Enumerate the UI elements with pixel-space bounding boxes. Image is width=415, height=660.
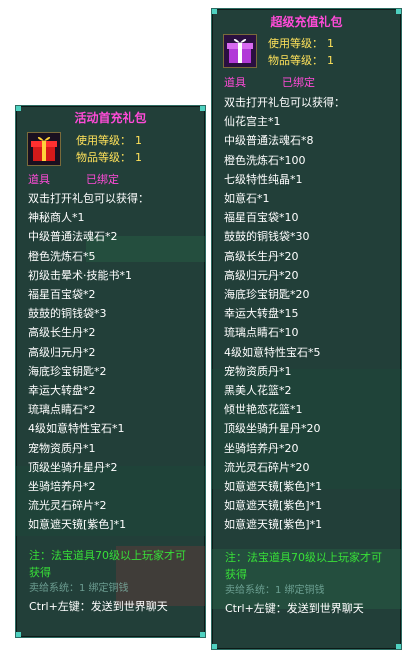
reward-item: 橙色洗炼石*100: [224, 153, 306, 167]
reward-item: 幸运大转盘*15: [224, 307, 299, 321]
gift-box-icon: [223, 34, 257, 68]
gift-box-icon: [27, 132, 61, 166]
item-header: 使用等级： 1 物品等级： 1: [16, 130, 205, 168]
reward-item: 黑美人花篮*2: [224, 384, 292, 398]
reward-item: 鼓鼓的铜钱袋*30: [224, 230, 310, 244]
reward-item: 高级归元丹*20: [224, 268, 299, 282]
ctrl-click-hint: Ctrl+左键：发送到世界聊天: [225, 601, 364, 615]
reward-item: 如意遮天镜[紫色]*1: [224, 480, 323, 494]
gift-description: 双击打开礼包可以获得：: [28, 192, 149, 205]
reward-list: 神秘商人*1 中级普通法魂石*2 橙色洗炼石*5 初级击晕术·技能书*1 福星百宝袋*2…: [28, 208, 205, 534]
reward-item: 中级普通法魂石*2: [28, 230, 118, 244]
tooltip-title: 活动首充礼包: [74, 111, 147, 125]
reward-item: 高级长生丹*2: [28, 326, 96, 340]
reward-item: 海底珍宝钥匙*20: [224, 288, 310, 302]
bound-status: 已绑定: [282, 76, 315, 89]
reward-item: 倾世艳恋花篮*1: [224, 403, 303, 417]
corner-ornament: [396, 644, 401, 649]
reward-item: 4级如意特性宝石*1: [28, 422, 125, 436]
reward-item: 宠物资质丹*1: [28, 441, 96, 455]
reward-item: 福星百宝袋*2: [28, 288, 96, 302]
reward-item: 高级归元丹*2: [28, 345, 96, 359]
reward-item: 如意遮天镜[紫色]*1: [224, 499, 323, 513]
reward-item: 琉璃点睛石*2: [28, 403, 96, 417]
sell-price: 卖给系统：1 绑定铜钱: [29, 582, 129, 594]
bound-status: 已绑定: [86, 173, 119, 186]
reward-item: 琉璃点睛石*10: [224, 326, 299, 340]
note-text: 注：法宝道具70级以上玩家才可 获得: [29, 547, 205, 581]
reward-item: 幸运大转盘*2: [28, 384, 96, 398]
item-level: 物品等级： 1: [268, 54, 334, 67]
reward-item: 福星百宝袋*10: [224, 211, 299, 225]
reward-item: 鼓鼓的铜钱袋*3: [28, 307, 107, 321]
note-line: 获得: [29, 565, 51, 579]
corner-ornament: [16, 632, 21, 637]
reward-item: 中级普通法魂石*8: [224, 134, 314, 148]
note-text: 注：法宝道具70级以上玩家才可 获得: [225, 549, 401, 583]
reward-item: 七级特性纯晶*1: [224, 172, 303, 186]
reward-item: 神秘商人*1: [28, 211, 85, 225]
reward-item: 仙花宫主*1: [224, 115, 281, 129]
right-tooltip-super-recharge: 超级充值礼包 使用等级： 1 物品等级： 1 道具 已绑定 双击打开礼包可以获得： …: [211, 8, 402, 650]
use-level: 使用等级： 1: [76, 134, 142, 147]
ctrl-click-hint: Ctrl+左键：发送到世界聊天: [29, 599, 168, 613]
left-tooltip-first-recharge: 活动首充礼包 使用等级： 1 物品等级： 1 道具 已绑定 双击打开礼包可以获得： …: [15, 105, 206, 638]
reward-item: 坐骑培养丹*20: [224, 441, 299, 455]
reward-item: 流光灵石碎片*20: [224, 460, 310, 474]
item-header: 使用等级： 1 物品等级： 1: [212, 33, 401, 71]
reward-item: 高级长生丹*20: [224, 249, 299, 263]
tooltip-title: 超级充值礼包: [270, 15, 343, 29]
reward-item: 如意遮天镜[紫色]*1: [28, 518, 127, 532]
note-line: 获得: [225, 567, 247, 581]
corner-ornament: [200, 632, 205, 637]
note-line: 注：法宝道具70级以上玩家才可: [225, 550, 382, 564]
reward-item: 初级击晕术·技能书*1: [28, 268, 132, 282]
item-level: 物品等级： 1: [76, 151, 142, 164]
use-level: 使用等级： 1: [268, 37, 334, 50]
reward-item: 橙色洗炼石*5: [28, 249, 96, 263]
reward-item: 流光灵石碎片*2: [28, 499, 107, 513]
reward-item: 坐骑培养丹*2: [28, 480, 96, 494]
item-type-row: 道具 已绑定: [224, 75, 401, 91]
reward-list: 仙花宫主*1 中级普通法魂石*8 橙色洗炼石*100 七级特性纯晶*1 如意石*1 福星百…: [224, 112, 401, 534]
reward-item: 如意遮天镜[紫色]*1: [224, 518, 323, 532]
item-type-row: 道具 已绑定: [28, 172, 205, 188]
reward-item: 如意石*1: [224, 192, 270, 206]
note-line: 注：法宝道具70级以上玩家才可: [29, 548, 186, 562]
reward-item: 宠物资质丹*1: [224, 364, 292, 378]
reward-item: 顶级坐骑升星丹*2: [28, 460, 118, 474]
reward-item: 海底珍宝钥匙*2: [28, 364, 107, 378]
item-type: 道具: [224, 76, 246, 89]
reward-item: 顶级坐骑升星丹*20: [224, 422, 321, 436]
sell-price: 卖给系统：1 绑定铜钱: [225, 584, 325, 596]
item-type: 道具: [28, 173, 50, 186]
corner-ornament: [212, 644, 217, 649]
reward-item: 4级如意特性宝石*5: [224, 345, 321, 359]
gift-description: 双击打开礼包可以获得：: [224, 96, 345, 109]
